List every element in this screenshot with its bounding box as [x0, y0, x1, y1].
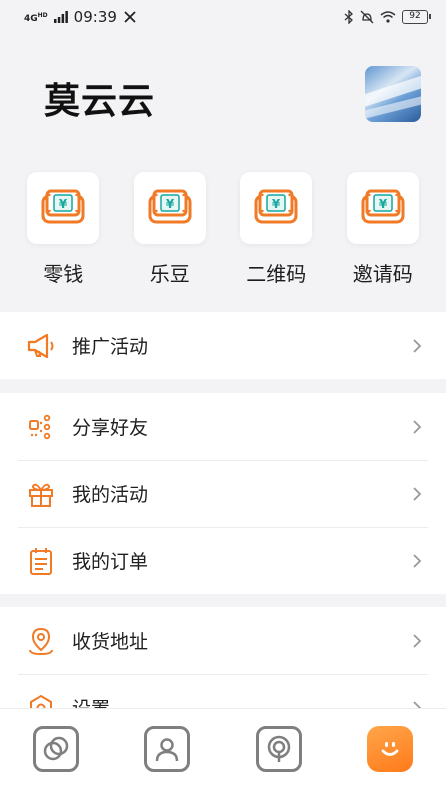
smiley-icon: [381, 741, 399, 756]
tools-icon: [124, 11, 136, 23]
quick-action-wallet[interactable]: ¥ 零钱: [18, 172, 108, 287]
wallet-icon: ¥: [148, 188, 192, 228]
chevron-right-icon: [410, 551, 424, 571]
settings-icon: [24, 691, 58, 708]
signal-icon: [53, 11, 68, 23]
wallet-icon: ¥: [254, 188, 298, 228]
quick-action-tile[interactable]: ¥: [346, 172, 419, 244]
menu-row-settings[interactable]: 设置: [0, 674, 446, 708]
chevron-right-icon: [410, 484, 424, 504]
quick-action-label: 乐豆: [149, 262, 190, 286]
menu-label-share: 分享好友: [72, 417, 149, 439]
network-type: 4G: [24, 13, 38, 24]
menu-row-address[interactable]: 收货地址: [0, 607, 446, 674]
quick-action-label: 二维码: [246, 262, 307, 286]
menu-label-address: 收货地址: [72, 631, 149, 653]
quick-action-label: 邀请码: [352, 262, 413, 286]
gift-icon: [24, 477, 58, 511]
chevron-right-icon: [410, 336, 424, 356]
bluetooth-icon: [344, 10, 353, 24]
status-right: 92: [344, 10, 431, 24]
network-badge: 4GHD: [24, 11, 48, 24]
chevron-right-icon: [410, 698, 424, 708]
wallet-icon: ¥: [361, 188, 405, 228]
activity-card: 分享好友 我的活动 我的订单: [0, 393, 446, 594]
rings-icon: [43, 736, 68, 760]
nav-broadcast-button[interactable]: [255, 725, 302, 772]
wifi-icon: [380, 11, 396, 23]
menu-row-share[interactable]: 分享好友: [0, 393, 446, 460]
battery-indicator: 92: [402, 10, 431, 24]
menu-label-promo: 推广活动: [72, 336, 149, 358]
wallet-icon: ¥: [41, 188, 85, 228]
nav-me-button[interactable]: [367, 725, 414, 772]
quick-action-qrcode[interactable]: ¥ 二维码: [231, 172, 321, 287]
megaphone-icon: [24, 329, 58, 363]
svg-text:¥: ¥: [166, 197, 175, 211]
order-icon: [24, 544, 58, 578]
broadcast-icon: [267, 735, 290, 762]
nav-discover-button[interactable]: [32, 725, 79, 772]
menu-row-my-orders[interactable]: 我的订单: [0, 527, 446, 594]
quick-action-tile[interactable]: ¥: [240, 172, 313, 244]
quick-action-invite[interactable]: ¥ 邀请码: [338, 172, 428, 287]
profile-name: 莫云云: [44, 81, 156, 122]
svg-text:¥: ¥: [272, 197, 281, 211]
network-hd: HD: [37, 11, 48, 19]
bottom-nav: [0, 708, 446, 796]
quick-action-tile[interactable]: ¥: [133, 172, 206, 244]
status-left: 4GHD 09:39: [24, 8, 137, 26]
svg-text:¥: ¥: [379, 197, 388, 211]
chevron-right-icon: [410, 631, 424, 651]
quick-action-label: 零钱: [43, 262, 84, 286]
status-time: 09:39: [73, 8, 117, 26]
avatar[interactable]: [365, 66, 421, 122]
quick-actions: ¥ 零钱 ¥ 乐豆 ¥ 二维码 ¥ 邀请码: [0, 172, 446, 287]
quick-action-beans[interactable]: ¥ 乐豆: [125, 172, 215, 287]
menu-row-promo[interactable]: 推广活动: [0, 312, 446, 379]
mute-icon: [360, 10, 374, 24]
menu-label-settings: 设置: [72, 694, 410, 708]
share-icon: [24, 410, 58, 444]
person-icon: [156, 737, 179, 761]
location-icon: [24, 624, 58, 658]
nav-contacts-button[interactable]: [144, 725, 191, 772]
promo-card: 推广活动: [0, 312, 446, 379]
settings-card: 收货地址 设置: [0, 607, 446, 708]
svg-text:¥: ¥: [59, 197, 68, 211]
menu-label-my-activities: 我的活动: [72, 484, 149, 506]
quick-action-tile[interactable]: ¥: [27, 172, 100, 244]
menu-row-my-activities[interactable]: 我的活动: [0, 460, 446, 527]
chevron-right-icon: [410, 417, 424, 437]
status-bar: 4GHD 09:39 92: [0, 0, 446, 34]
menu-label-my-orders: 我的订单: [72, 551, 149, 573]
